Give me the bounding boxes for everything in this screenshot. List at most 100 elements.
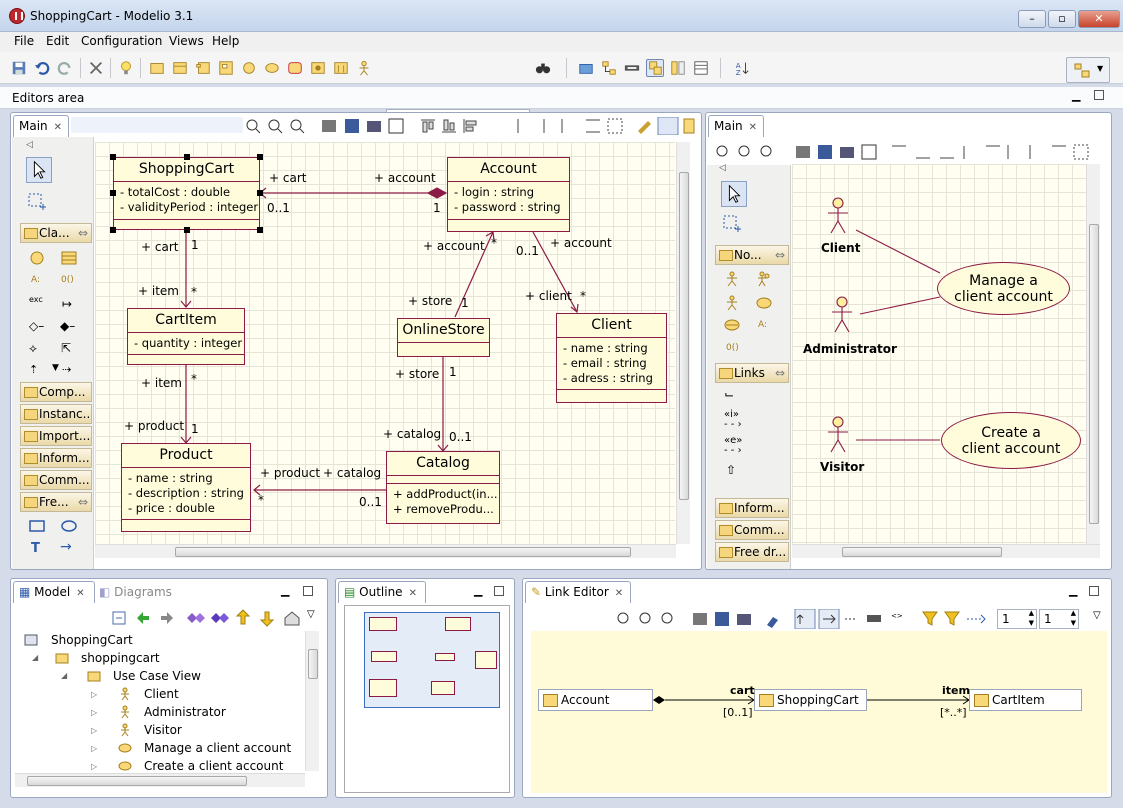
selection-handle[interactable] [110, 227, 116, 233]
diagram-toolbar[interactable] [246, 117, 696, 135]
new-interface-icon[interactable] [240, 59, 258, 77]
table-view-icon[interactable] [692, 59, 710, 77]
system-actor-tool-icon[interactable] [724, 295, 740, 311]
uc-marquee-select-icon[interactable] [721, 213, 743, 235]
menu-help[interactable]: Help [208, 33, 243, 51]
new-state-icon[interactable] [309, 59, 327, 77]
usecase-manage-client-account[interactable]: Manage a client account [937, 262, 1070, 315]
ellipse-tool-icon[interactable] [61, 518, 77, 534]
usecase-diagram-toolbar[interactable] [716, 143, 1108, 161]
uc-canvas-hscroll[interactable] [792, 544, 1100, 558]
open-project-icon[interactable] [577, 59, 595, 77]
tree-item-administrator[interactable]: Administrator [144, 703, 226, 721]
menu-file[interactable]: File [10, 33, 38, 51]
binoculars-icon[interactable] [534, 59, 552, 77]
class-cartitem[interactable]: CartItem - quantity : integer [127, 308, 245, 365]
maximize-editors-icon[interactable] [1094, 90, 1104, 100]
new-component-icon[interactable] [194, 59, 212, 77]
model-tree-hscroll[interactable] [15, 773, 305, 787]
tree-item-package[interactable]: shoppingcart [81, 649, 160, 667]
tree-item-manage-client-account[interactable]: Manage a client account [144, 739, 291, 757]
palette-group-information[interactable]: Inform... [20, 448, 92, 468]
uc-canvas-vscroll[interactable] [1086, 164, 1100, 544]
link-node-cartitem[interactable]: CartItem [969, 689, 1082, 711]
sort-az-icon[interactable]: AZ [733, 59, 751, 77]
uc-palette-group-information[interactable]: Inform... [715, 498, 789, 518]
depth-spinner-1[interactable]: 1 ▲ ▼ [997, 609, 1037, 629]
class-onlinestore[interactable]: OnlineStore [397, 318, 490, 357]
toggle-view-a-icon[interactable] [646, 59, 664, 77]
uc-palette-group-nodes[interactable]: No... ⇔ [715, 245, 789, 265]
link-icon[interactable] [623, 59, 641, 77]
marquee-select-icon[interactable] [26, 191, 48, 213]
selection-handle[interactable] [257, 227, 263, 233]
tree-item-project[interactable]: ShoppingCart [51, 631, 133, 649]
class-product[interactable]: Product - name : string - description : s… [121, 443, 251, 532]
link-editor-canvas[interactable] [531, 631, 1107, 793]
aggregation-tool-icon[interactable]: ◇– [29, 319, 44, 333]
class-canvas-hscroll[interactable] [95, 544, 676, 558]
tree-item-client[interactable]: Client [144, 685, 179, 703]
palette-group-freedraw[interactable]: Fre... ⇔ [20, 492, 92, 512]
redo-icon[interactable] [56, 59, 74, 77]
link-node-shoppingcart[interactable]: ShoppingCart [754, 689, 867, 711]
toggle-view-b-icon[interactable] [669, 59, 687, 77]
model-tree-vscroll[interactable] [305, 631, 319, 771]
attribute-tool-icon[interactable]: A: [31, 275, 40, 285]
undo-icon[interactable] [33, 59, 51, 77]
selection-handle[interactable] [184, 227, 190, 233]
tab-main-usecase[interactable]: Main ✕ [708, 115, 764, 137]
palette-group-components[interactable]: Comp... [20, 382, 92, 402]
class-canvas-vscroll[interactable] [676, 142, 690, 544]
new-package-icon[interactable] [148, 59, 166, 77]
uc-operation-tool-icon[interactable]: 0() [726, 343, 739, 353]
new-activity-icon[interactable] [286, 59, 304, 77]
new-class-icon[interactable] [171, 59, 189, 77]
outline-thumbnail[interactable] [364, 612, 500, 708]
model-toolbar[interactable] [111, 609, 321, 627]
exception-tool-icon[interactable]: exc [29, 295, 43, 304]
actor-tool-icon[interactable] [724, 271, 740, 287]
text-tool-icon[interactable]: T [31, 541, 40, 556]
usecase-create-client-account[interactable]: Create a client account [941, 412, 1081, 469]
extension-point-tool-icon[interactable] [724, 317, 740, 333]
uc-generalization-tool-icon[interactable]: ⇧ [726, 463, 736, 477]
new-usecase-icon[interactable] [263, 59, 281, 77]
tab-diagrams[interactable]: ◧ Diagrams [99, 583, 172, 601]
composition-tool-icon[interactable]: ◆– [60, 319, 75, 333]
tab-main-class[interactable]: Main ✕ [13, 115, 69, 137]
new-actor-icon[interactable] [355, 59, 373, 77]
uc-palette-group-comments[interactable]: Comm... [715, 520, 789, 540]
actor-client[interactable]: Client [821, 241, 860, 255]
class-tool-icon[interactable] [61, 250, 77, 266]
selection-handle[interactable] [110, 190, 116, 196]
class-shoppingcart[interactable]: ShoppingCart - totalCost : double - valid… [113, 157, 260, 230]
arrow-tool-icon[interactable]: → [60, 539, 72, 555]
new-sequence-icon[interactable] [332, 59, 350, 77]
menu-configuration[interactable]: Configuration [77, 33, 166, 51]
menu-edit[interactable]: Edit [42, 33, 73, 51]
navigable-tool-icon[interactable]: ⟡ [29, 341, 37, 356]
minimize-editors-icon[interactable]: ▁ [1072, 89, 1080, 102]
association-tool-icon[interactable]: ↦ [62, 297, 72, 311]
menu-views[interactable]: Views [165, 33, 208, 51]
palette-group-imports[interactable]: Import... [20, 426, 92, 446]
uc-attribute-tool-icon[interactable]: A: [758, 320, 767, 330]
operation-tool-icon[interactable]: 0() [61, 275, 74, 285]
depth-spinner-2[interactable]: 1 ▲ ▼ [1039, 609, 1079, 629]
tree-item-usecase-view[interactable]: Use Case View [113, 667, 201, 685]
actor-administrator[interactable]: Administrator [803, 342, 897, 356]
uc-palette-group-links[interactable]: Links ⇔ [715, 363, 789, 383]
dependency-tool-icon[interactable]: ⇡ [29, 363, 38, 376]
tab-link-editor[interactable]: ✎ Link Editor ✕ [525, 581, 631, 603]
link-editor-toolbar[interactable]: <> [615, 609, 1001, 629]
actor-visitor[interactable]: Visitor [820, 460, 864, 474]
tab-outline[interactable]: ▤ Outline ✕ [338, 581, 426, 603]
hierarchy-icon[interactable] [600, 59, 618, 77]
generalization-tool-icon[interactable]: ⇱ [61, 341, 71, 355]
save-icon[interactable] [10, 59, 28, 77]
class-account[interactable]: Account - login : string - password : str… [447, 157, 570, 232]
package-tool-icon[interactable] [29, 250, 45, 266]
class-catalog[interactable]: Catalog + addProduct(in... + removeProdu.… [386, 451, 500, 524]
minimize-button[interactable]: – [1018, 10, 1046, 28]
